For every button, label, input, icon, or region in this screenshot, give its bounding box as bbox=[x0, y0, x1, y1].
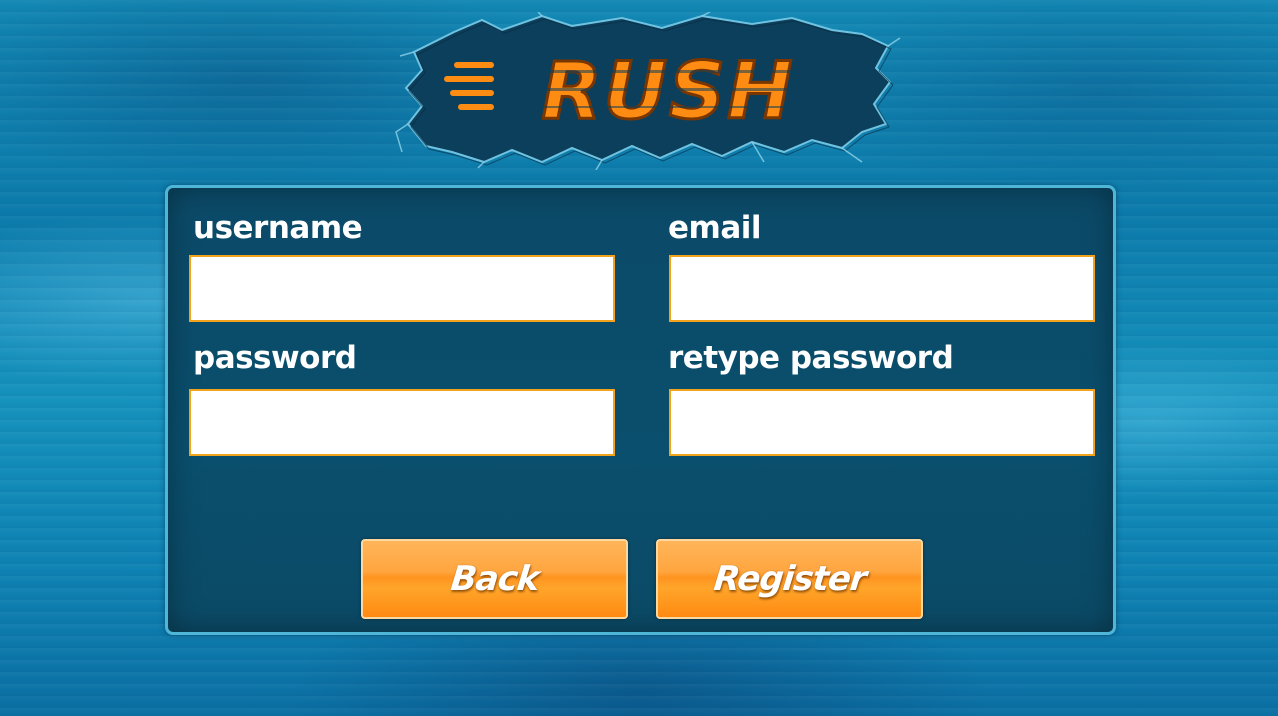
password-label: password bbox=[193, 340, 357, 376]
email-input[interactable] bbox=[669, 255, 1095, 322]
back-button-label: Back bbox=[448, 559, 541, 599]
register-button-label: Register bbox=[711, 559, 868, 599]
email-label: email bbox=[668, 210, 762, 246]
register-button[interactable]: Register bbox=[656, 539, 923, 619]
username-label: username bbox=[193, 210, 363, 246]
registration-panel: username email password retype password … bbox=[165, 185, 1116, 635]
rush-logo: RUSH bbox=[392, 11, 904, 171]
retype-password-input[interactable] bbox=[669, 389, 1095, 456]
password-input[interactable] bbox=[189, 389, 615, 456]
retype-password-label: retype password bbox=[668, 340, 954, 376]
logo-text: RUSH bbox=[542, 47, 795, 137]
back-button[interactable]: Back bbox=[361, 539, 628, 619]
username-input[interactable] bbox=[189, 255, 615, 322]
